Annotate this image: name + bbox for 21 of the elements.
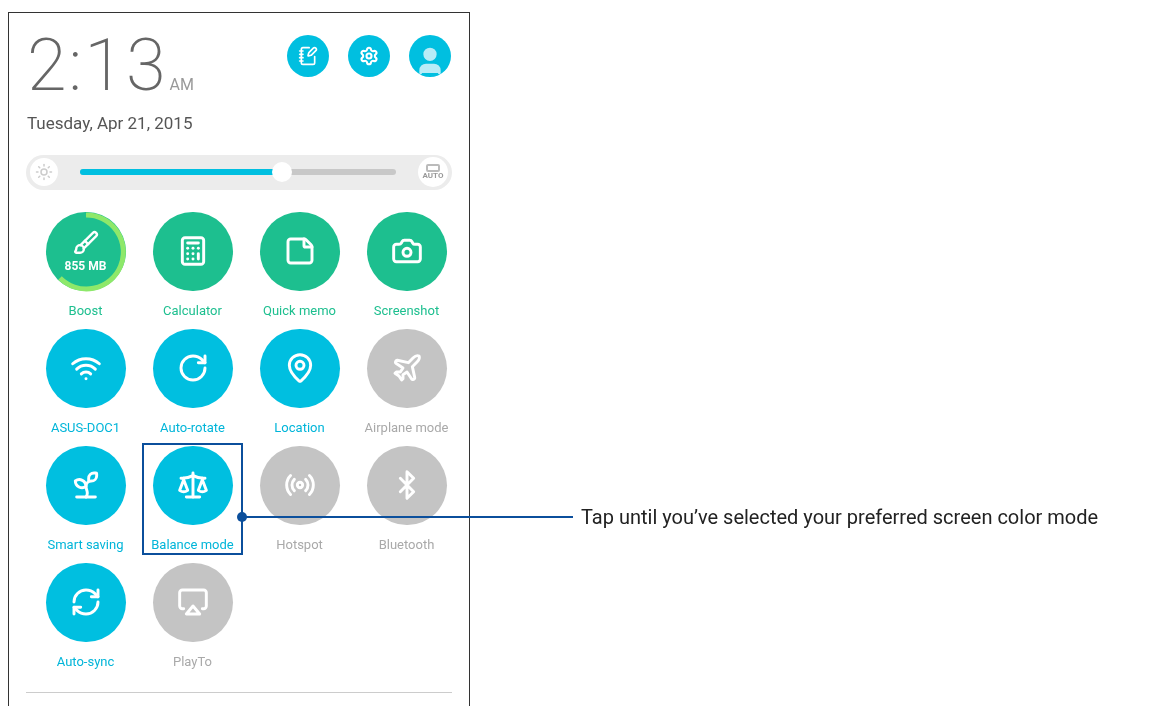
date-text: Tuesday, Apr 21, 2015 — [27, 112, 194, 135]
clock-time: 2:13 — [27, 33, 168, 99]
tile-label: Balance mode — [151, 536, 234, 554]
tile-label: Hotspot — [276, 536, 323, 554]
tile-label: Smart saving — [47, 536, 124, 554]
tile-label: Airplane mode — [364, 419, 449, 437]
tile-label: ASUS-DOC1 — [50, 419, 121, 437]
memory-size: 855 MB — [64, 260, 107, 273]
clock-meridiem: AM — [169, 74, 194, 96]
tile-label: Auto-sync — [56, 653, 115, 671]
auto-brightness-button[interactable]: AUTO — [418, 157, 448, 187]
callout-text: Tap until you’ve selected your preferred screen color mode — [581, 504, 1099, 531]
tile-label: Boost — [68, 302, 103, 320]
tile-label: Bluetooth — [378, 536, 435, 554]
tile-label: Auto-rotate — [160, 419, 225, 437]
tile-label: Location — [274, 419, 325, 437]
tile-label: Screenshot — [373, 302, 440, 320]
tile-label: Quick memo — [263, 302, 336, 320]
tile-label: Calculator — [163, 302, 222, 320]
quick-setting-button[interactable]: 855 MB — [45, 211, 126, 291]
tile-label: PlayTo — [172, 653, 212, 671]
